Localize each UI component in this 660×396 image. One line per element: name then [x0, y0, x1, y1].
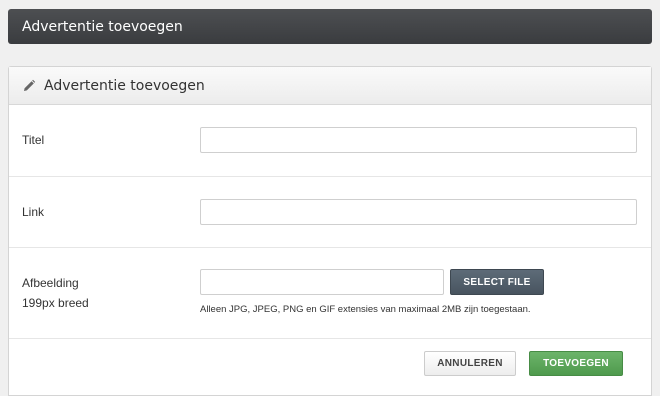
panel-header: Advertentie toevoegen — [9, 67, 651, 105]
add-ad-panel: Advertentie toevoegen Titel Link Afbeeld… — [8, 66, 652, 396]
link-row: Link — [9, 177, 651, 248]
image-file-input[interactable] — [200, 269, 444, 295]
link-label: Link — [22, 205, 45, 219]
title-label: Titel — [22, 133, 45, 147]
page-title-bar: Advertentie toevoegen — [8, 9, 652, 44]
select-file-button[interactable]: SELECT FILE — [450, 269, 544, 295]
cancel-button[interactable]: ANNULEREN — [424, 351, 516, 376]
link-input[interactable] — [200, 199, 637, 225]
image-hint: Alleen JPG, JPEG, PNG en GIF extensies v… — [200, 304, 531, 315]
page-title: Advertentie toevoegen — [22, 18, 183, 35]
image-row: Afbeelding 199px breed SELECT FILE Allee… — [9, 248, 651, 339]
image-sublabel: 199px breed — [22, 296, 89, 310]
submit-button[interactable]: TOEVOEGEN — [529, 351, 623, 376]
panel-title: Advertentie toevoegen — [44, 77, 205, 94]
pencil-icon — [22, 79, 36, 93]
image-label: Afbeelding — [22, 276, 79, 290]
title-row: Titel — [9, 105, 651, 177]
title-input[interactable] — [200, 127, 637, 153]
